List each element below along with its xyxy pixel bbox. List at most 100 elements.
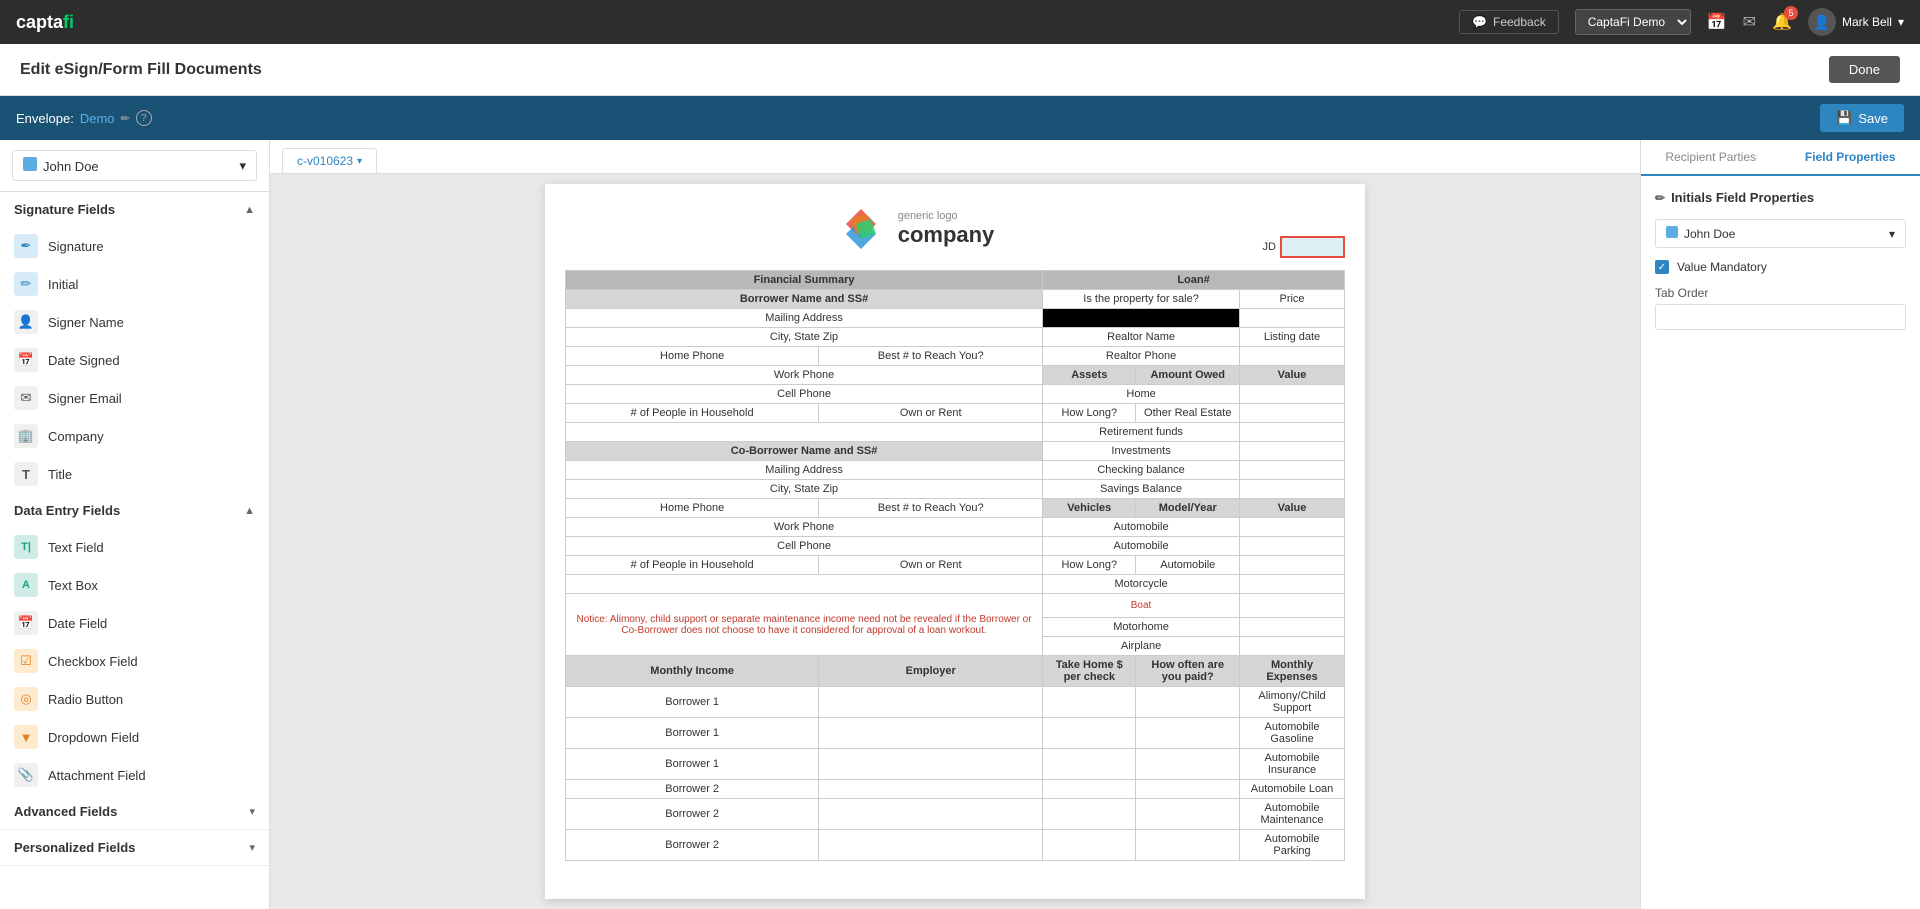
inc-row6-2 [819, 830, 1043, 861]
field-item-date-signed[interactable]: 📅 Date Signed [0, 341, 269, 379]
inc-row4-1: Borrower 2 [566, 780, 819, 799]
doc-tabs: c-v010623 ▾ [270, 140, 1640, 174]
company-icon: 🏢 [14, 424, 38, 448]
field-item-text-field[interactable]: T| Text Field [0, 528, 269, 566]
calendar-icon[interactable]: 📅 [1707, 12, 1727, 32]
home-phone: Home Phone [566, 347, 819, 366]
advanced-fields-title: Advanced Fields [14, 804, 117, 819]
monthly-exp-h: Monthly Expenses [1240, 656, 1345, 687]
signature-fields-chevron: ▲ [244, 204, 255, 216]
table-header-financial: Financial Summary [566, 271, 1043, 290]
inc-row4-4 [1136, 780, 1240, 799]
personalized-fields-title: Personalized Fields [14, 840, 135, 855]
value-mandatory-checkbox[interactable]: ✓ [1655, 260, 1669, 274]
realtor-name: Realtor Name [1043, 328, 1240, 347]
page-header: Edit eSign/Form Fill Documents Done [0, 44, 1920, 96]
field-item-signer-name[interactable]: 👤 Signer Name [0, 303, 269, 341]
inc-row5-2 [819, 799, 1043, 830]
doc-logo: generic logo company [836, 204, 995, 254]
email-icon[interactable]: ✉ [1743, 12, 1756, 32]
panel-signer-select[interactable]: John Doe ▾ [1655, 219, 1906, 248]
assets: Assets [1043, 366, 1136, 385]
tab-recipient-parties[interactable]: Recipient Parties [1641, 140, 1781, 176]
initials-field-box[interactable] [1280, 236, 1345, 258]
empty [566, 423, 1043, 442]
field-item-signature[interactable]: ✒ Signature [0, 227, 269, 265]
black-cell [1043, 309, 1240, 328]
field-item-title[interactable]: T Title [0, 455, 269, 493]
text-field-label: Text Field [48, 540, 104, 555]
company-select[interactable]: CaptaFi Demo [1575, 9, 1691, 35]
initials-field-container[interactable]: JD [1263, 236, 1345, 258]
signer-name-icon: 👤 [14, 310, 38, 334]
tab-order-input[interactable] [1655, 304, 1906, 330]
co-people: # of People in Household [566, 556, 819, 575]
doc-tab-1[interactable]: c-v010623 ▾ [282, 148, 377, 173]
vehicles: Vehicles [1043, 499, 1136, 518]
envelope-edit-icon[interactable]: ✏ [121, 112, 130, 125]
field-properties-title: Initials Field Properties [1671, 190, 1814, 205]
co-cell-phone: Cell Phone [566, 537, 1043, 556]
co-home-phone: Home Phone [566, 499, 819, 518]
inc-row3-3 [1043, 749, 1136, 780]
feedback-button[interactable]: 💬 Feedback [1459, 10, 1559, 34]
signer-email-label: Signer Email [48, 391, 122, 406]
auto2: Automobile [1043, 537, 1240, 556]
mailing-address: Mailing Address [566, 309, 1043, 328]
inc-row1-1: Borrower 1 [566, 687, 819, 718]
inc-row1-3 [1043, 687, 1136, 718]
user-menu[interactable]: 👤 Mark Bell ▾ [1808, 8, 1904, 36]
top-navbar: captafi 💬 Feedback CaptaFi Demo 📅 ✉ 🔔 5 … [0, 0, 1920, 44]
inc-row1-4 [1136, 687, 1240, 718]
investments: Investments [1043, 442, 1240, 461]
inc-row2-3 [1043, 718, 1136, 749]
done-button[interactable]: Done [1829, 56, 1900, 83]
best-reach: Best # to Reach You? [819, 347, 1043, 366]
left-sidebar: John Doe ▾ Signature Fields ▲ ✒ Signatur… [0, 140, 270, 909]
price-header: Price [1240, 290, 1345, 309]
field-item-radio[interactable]: ◎ Radio Button [0, 680, 269, 718]
field-item-date-field[interactable]: 📅 Date Field [0, 604, 269, 642]
notification-icon[interactable]: 🔔 5 [1772, 12, 1792, 32]
co-mailing: Mailing Address [566, 461, 1043, 480]
signature-fields-header[interactable]: Signature Fields ▲ [0, 192, 269, 227]
co-how-long: How Long? [1043, 556, 1136, 575]
doc-viewport[interactable]: JD generic logo [270, 174, 1640, 909]
feedback-label: Feedback [1493, 15, 1546, 29]
save-button[interactable]: 💾 Save [1820, 104, 1904, 132]
co-borrower: Co-Borrower Name and SS# [566, 442, 1043, 461]
empty [1240, 518, 1345, 537]
auto1: Automobile [1043, 518, 1240, 537]
radio-label: Radio Button [48, 692, 123, 707]
personalized-fields-header[interactable]: Personalized Fields ▾ [0, 830, 269, 866]
data-entry-fields-header[interactable]: Data Entry Fields ▲ [0, 493, 269, 528]
signer-select[interactable]: John Doe ▾ [12, 150, 257, 181]
advanced-fields-header[interactable]: Advanced Fields ▾ [0, 794, 269, 830]
field-item-text-box[interactable]: A Text Box [0, 566, 269, 604]
inc-row5-5: Automobile Maintenance [1240, 799, 1345, 830]
field-item-checkbox[interactable]: ☑ Checkbox Field [0, 642, 269, 680]
inc-row5-3 [1043, 799, 1136, 830]
doc-table: Financial Summary Loan# Borrower Name an… [565, 270, 1345, 861]
inc-row3-2 [819, 749, 1043, 780]
inc-row6-5: Automobile Parking [1240, 830, 1345, 861]
inc-row3-4 [1136, 749, 1240, 780]
tab-field-properties[interactable]: Field Properties [1781, 140, 1920, 176]
tab-arrow-icon: ▾ [357, 156, 362, 167]
page-title: Edit eSign/Form Fill Documents [20, 61, 262, 79]
field-item-signer-email[interactable]: ✉ Signer Email [0, 379, 269, 417]
field-item-attachment[interactable]: 📎 Attachment Field [0, 756, 269, 794]
envelope-help-icon[interactable]: ? [136, 110, 152, 126]
co-best-reach: Best # to Reach You? [819, 499, 1043, 518]
vehicle-value: Value [1240, 499, 1345, 518]
doc-page: JD generic logo [545, 184, 1365, 899]
logo-svg [836, 204, 886, 254]
feedback-icon: 💬 [1472, 15, 1487, 29]
logo: captafi [16, 12, 74, 33]
inc-row5-1: Borrower 2 [566, 799, 819, 830]
savings: Savings Balance [1043, 480, 1240, 499]
top-nav-right: 💬 Feedback CaptaFi Demo 📅 ✉ 🔔 5 👤 Mark B… [1459, 8, 1904, 36]
field-item-dropdown[interactable]: ▼ Dropdown Field [0, 718, 269, 756]
field-item-initial[interactable]: ✏ Initial [0, 265, 269, 303]
field-item-company[interactable]: 🏢 Company [0, 417, 269, 455]
